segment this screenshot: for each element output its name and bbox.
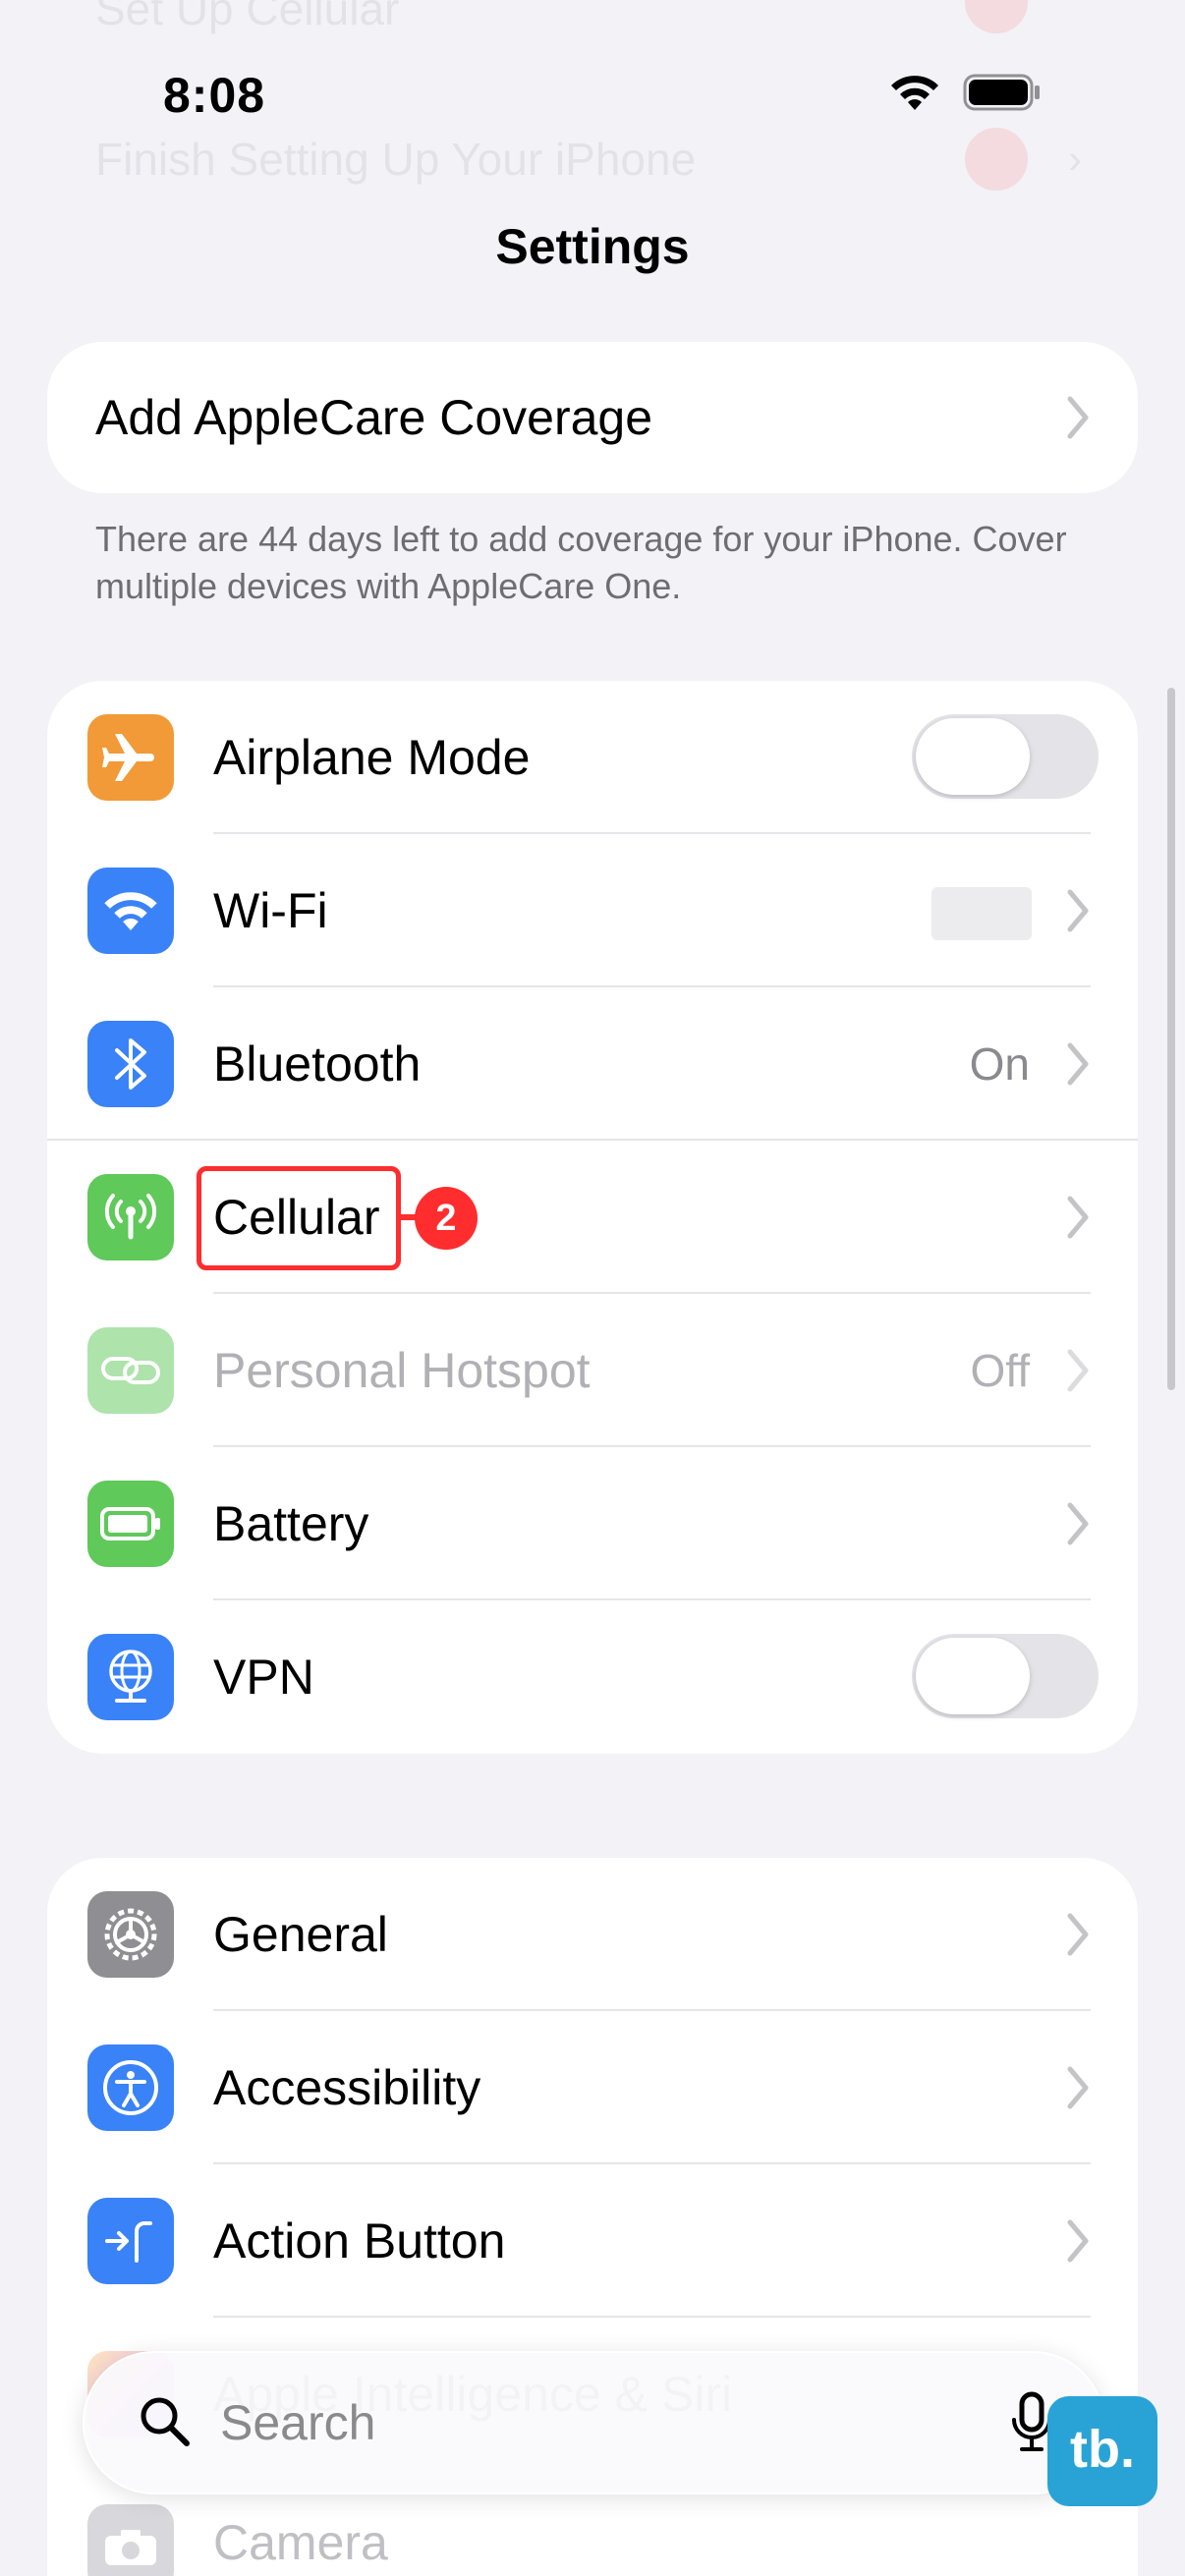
chevron-right-icon — [1067, 1349, 1089, 1392]
row-label: Bluetooth — [213, 1036, 422, 1092]
row-label: Personal Hotspot — [213, 1343, 591, 1398]
accessibility-icon — [87, 2044, 174, 2131]
ghost-badge — [965, 0, 1028, 33]
row-value: On — [969, 1038, 1030, 1090]
camera-icon — [87, 2504, 174, 2576]
row-airplane-mode[interactable]: Airplane Mode — [47, 681, 1138, 834]
toggle-knob — [916, 1638, 1030, 1714]
row-bluetooth[interactable]: Bluetooth On — [47, 987, 1138, 1141]
ghost-row-finish-setup: Finish Setting Up Your iPhone — [95, 134, 697, 185]
row-vpn[interactable]: VPN — [47, 1600, 1138, 1754]
chevron-right-icon — [1067, 1042, 1089, 1086]
row-action-button[interactable]: Action Button — [47, 2164, 1138, 2318]
scroll-indicator[interactable] — [1167, 688, 1175, 1390]
chevron-right-icon — [1067, 396, 1089, 439]
applecare-row[interactable]: Add AppleCare Coverage — [47, 342, 1138, 493]
chevron-right-icon — [1067, 1502, 1089, 1545]
row-label: Wi-Fi — [213, 883, 328, 938]
chevron-right-icon — [1067, 1196, 1089, 1239]
ghost-chevron: › — [1068, 136, 1082, 182]
toggle-knob — [916, 718, 1030, 795]
status-icons — [888, 73, 1042, 112]
applecare-footnote: There are 44 days left to add coverage f… — [95, 519, 1067, 606]
row-label: Action Button — [213, 2213, 506, 2268]
battery-icon — [87, 1481, 174, 1567]
wifi-network-name-redacted — [931, 887, 1032, 940]
row-label: Battery — [213, 1496, 369, 1551]
row-label: Airplane Mode — [213, 730, 531, 785]
annotation-highlight-box — [197, 1166, 401, 1270]
row-camera-peek[interactable]: Camera — [47, 2494, 1138, 2576]
wifi-icon — [87, 868, 174, 954]
row-label: Accessibility — [213, 2060, 481, 2115]
row-label: Camera — [213, 2515, 388, 2570]
row-accessibility[interactable]: Accessibility — [47, 2011, 1138, 2164]
link-icon — [87, 1327, 174, 1414]
row-battery[interactable]: Battery — [47, 1447, 1138, 1600]
gear-icon — [87, 1891, 174, 1978]
tb-watermark-logo: tb. — [1047, 2396, 1157, 2506]
row-personal-hotspot[interactable]: Personal Hotspot Off — [47, 1294, 1138, 1447]
search-bar[interactable]: Search — [83, 2351, 1104, 2494]
applecare-card[interactable]: Add AppleCare Coverage — [47, 342, 1138, 493]
search-input[interactable]: Search — [220, 2351, 375, 2494]
status-time: 8:08 — [163, 68, 266, 123]
ghost-badge — [965, 128, 1028, 191]
row-label: General — [213, 1907, 388, 1962]
chevron-right-icon — [1067, 2066, 1089, 2109]
page-title: Settings — [495, 219, 690, 274]
airplane-icon — [87, 714, 174, 801]
row-value: Off — [970, 1345, 1030, 1396]
antenna-icon — [87, 1174, 174, 1260]
wifi-status-icon — [891, 76, 938, 110]
bluetooth-icon — [87, 1021, 174, 1107]
row-general[interactable]: General — [47, 1858, 1138, 2011]
battery-status-icon — [963, 74, 1040, 111]
vpn-toggle[interactable] — [912, 1634, 1099, 1718]
annotation-step-badge: 2 — [415, 1187, 478, 1250]
search-icon — [141, 2397, 190, 2446]
row-label: VPN — [213, 1650, 314, 1705]
chevron-right-icon — [1067, 889, 1089, 932]
ghost-row-setup-cellular: Set Up Cellular — [95, 0, 400, 34]
globe-icon — [87, 1634, 174, 1720]
action-button-icon — [87, 2198, 174, 2284]
applecare-label: Add AppleCare Coverage — [95, 390, 653, 445]
row-wifi[interactable]: Wi-Fi — [47, 834, 1138, 987]
chevron-right-icon — [1067, 2219, 1089, 2263]
chevron-right-icon — [1067, 1913, 1089, 1956]
airplane-mode-toggle[interactable] — [912, 714, 1099, 799]
